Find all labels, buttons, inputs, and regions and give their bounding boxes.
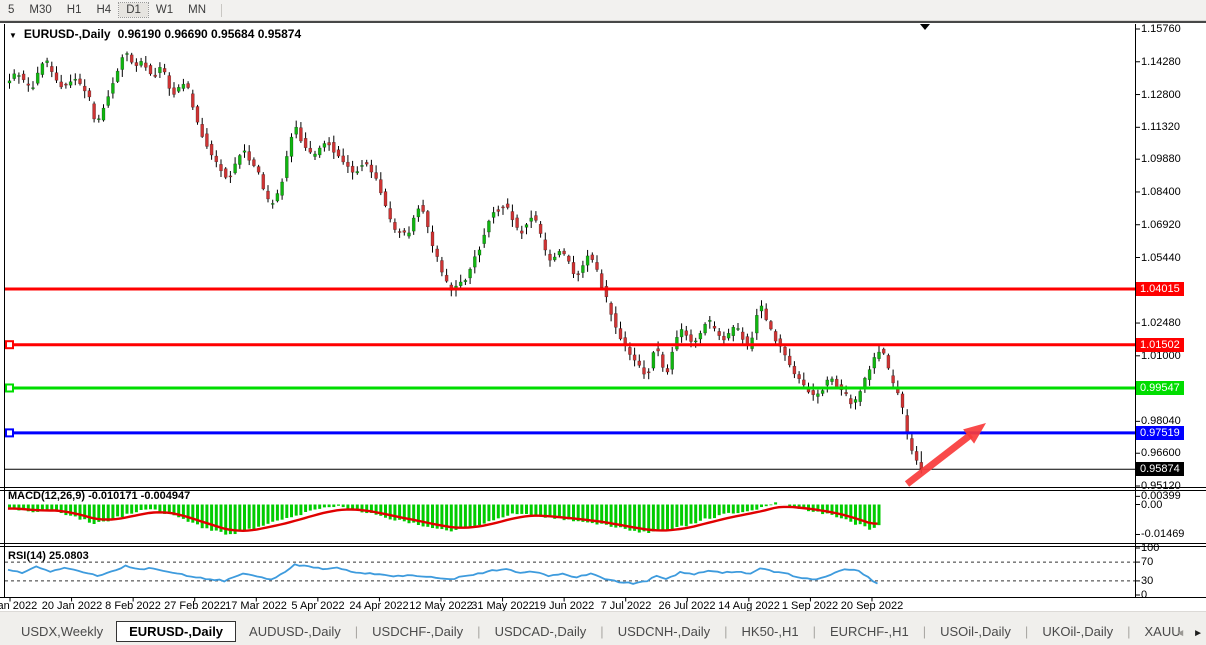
tab-item-8[interactable]: USOil-,Daily	[927, 621, 1024, 642]
tab-item-9[interactable]: UKOil-,Daily	[1029, 621, 1126, 642]
tab-separator: |	[477, 624, 480, 639]
tab-separator: |	[813, 624, 816, 639]
tab-item-7[interactable]: EURCHF-,H1	[817, 621, 922, 642]
rsi-scale-label: 30	[1141, 575, 1153, 587]
macd-scale-label: -0.01469	[1141, 528, 1184, 540]
price-tick-label: 0.96600	[1141, 447, 1181, 459]
tab-separator: |	[600, 624, 603, 639]
tab-item-3[interactable]: USDCHF-,Daily	[359, 621, 476, 642]
hline-price-badge: 0.97519	[1136, 426, 1184, 440]
symbol-tabs: USDX,WeeklyEURUSD-,DailyAUDUSD-,Daily|US…	[0, 619, 1180, 644]
chart-canvas[interactable]	[0, 0, 1206, 645]
current-price-badge: 0.95874	[1136, 462, 1184, 476]
rsi-label: RSI(14) 25.0803	[8, 550, 89, 562]
price-tick-label: 1.15760	[1141, 23, 1181, 35]
tab-separator: |	[1025, 624, 1028, 639]
tab-item-10[interactable]: XAUUSD-,Daily	[1132, 621, 1181, 642]
tab-separator: |	[923, 624, 926, 639]
rsi-scale-label: 0	[1141, 589, 1147, 601]
tab-item-4[interactable]: USDCAD-,Daily	[482, 621, 600, 642]
price-tick-label: 1.02480	[1141, 317, 1181, 329]
price-tick-label: 1.06920	[1141, 219, 1181, 231]
hline-price-badge: 1.04015	[1136, 282, 1184, 296]
hline-price-badge: 0.99547	[1136, 381, 1184, 395]
tab-item-0[interactable]: USDX,Weekly	[8, 621, 116, 642]
tab-item-2[interactable]: AUDUSD-,Daily	[236, 621, 354, 642]
rsi-scale-label: 70	[1141, 556, 1153, 568]
chart-title: ▼ EURUSD-,Daily 0.96190 0.96690 0.95684 …	[9, 27, 301, 41]
macd-scale-label: 0.00	[1141, 499, 1162, 511]
tab-scroll-left-icon[interactable]: ◄	[1175, 628, 1185, 639]
tab-separator: |	[724, 624, 727, 639]
tab-scroll-right-icon[interactable]: ►	[1193, 628, 1203, 639]
price-tick-label: 1.05440	[1141, 252, 1181, 264]
price-tick-label: 1.08400	[1141, 186, 1181, 198]
tab-item-1[interactable]: EURUSD-,Daily	[116, 621, 236, 642]
chart-title-ohlc: 0.96190 0.96690 0.95684 0.95874	[118, 27, 302, 41]
symbol-tabbar: USDX,WeeklyEURUSD-,DailyAUDUSD-,Daily|US…	[0, 611, 1206, 645]
tab-scroll-arrows: ◄ ►	[1175, 628, 1203, 639]
hline-price-badge: 1.01502	[1136, 338, 1184, 352]
tab-separator: |	[355, 624, 358, 639]
tab-item-6[interactable]: HK50-,H1	[729, 621, 812, 642]
price-tick-label: 1.14280	[1141, 56, 1181, 68]
chart-dropdown-icon[interactable]: ▼	[9, 31, 17, 40]
trading-terminal-window: 5M30H1H4D1W1MN ▼ EURUSD-,Daily 0.96190 0…	[0, 0, 1206, 645]
rsi-scale-label: 100	[1141, 542, 1159, 554]
macd-label: MACD(12,26,9) -0.010171 -0.004947	[8, 490, 190, 502]
price-tick-label: 1.09880	[1141, 153, 1181, 165]
chart-title-symbol: EURUSD-,Daily	[24, 27, 111, 41]
price-tick-label: 1.12800	[1141, 89, 1181, 101]
tab-separator: |	[1127, 624, 1130, 639]
tab-item-5[interactable]: USDCNH-,Daily	[605, 621, 723, 642]
price-tick-label: 1.11320	[1141, 121, 1180, 133]
